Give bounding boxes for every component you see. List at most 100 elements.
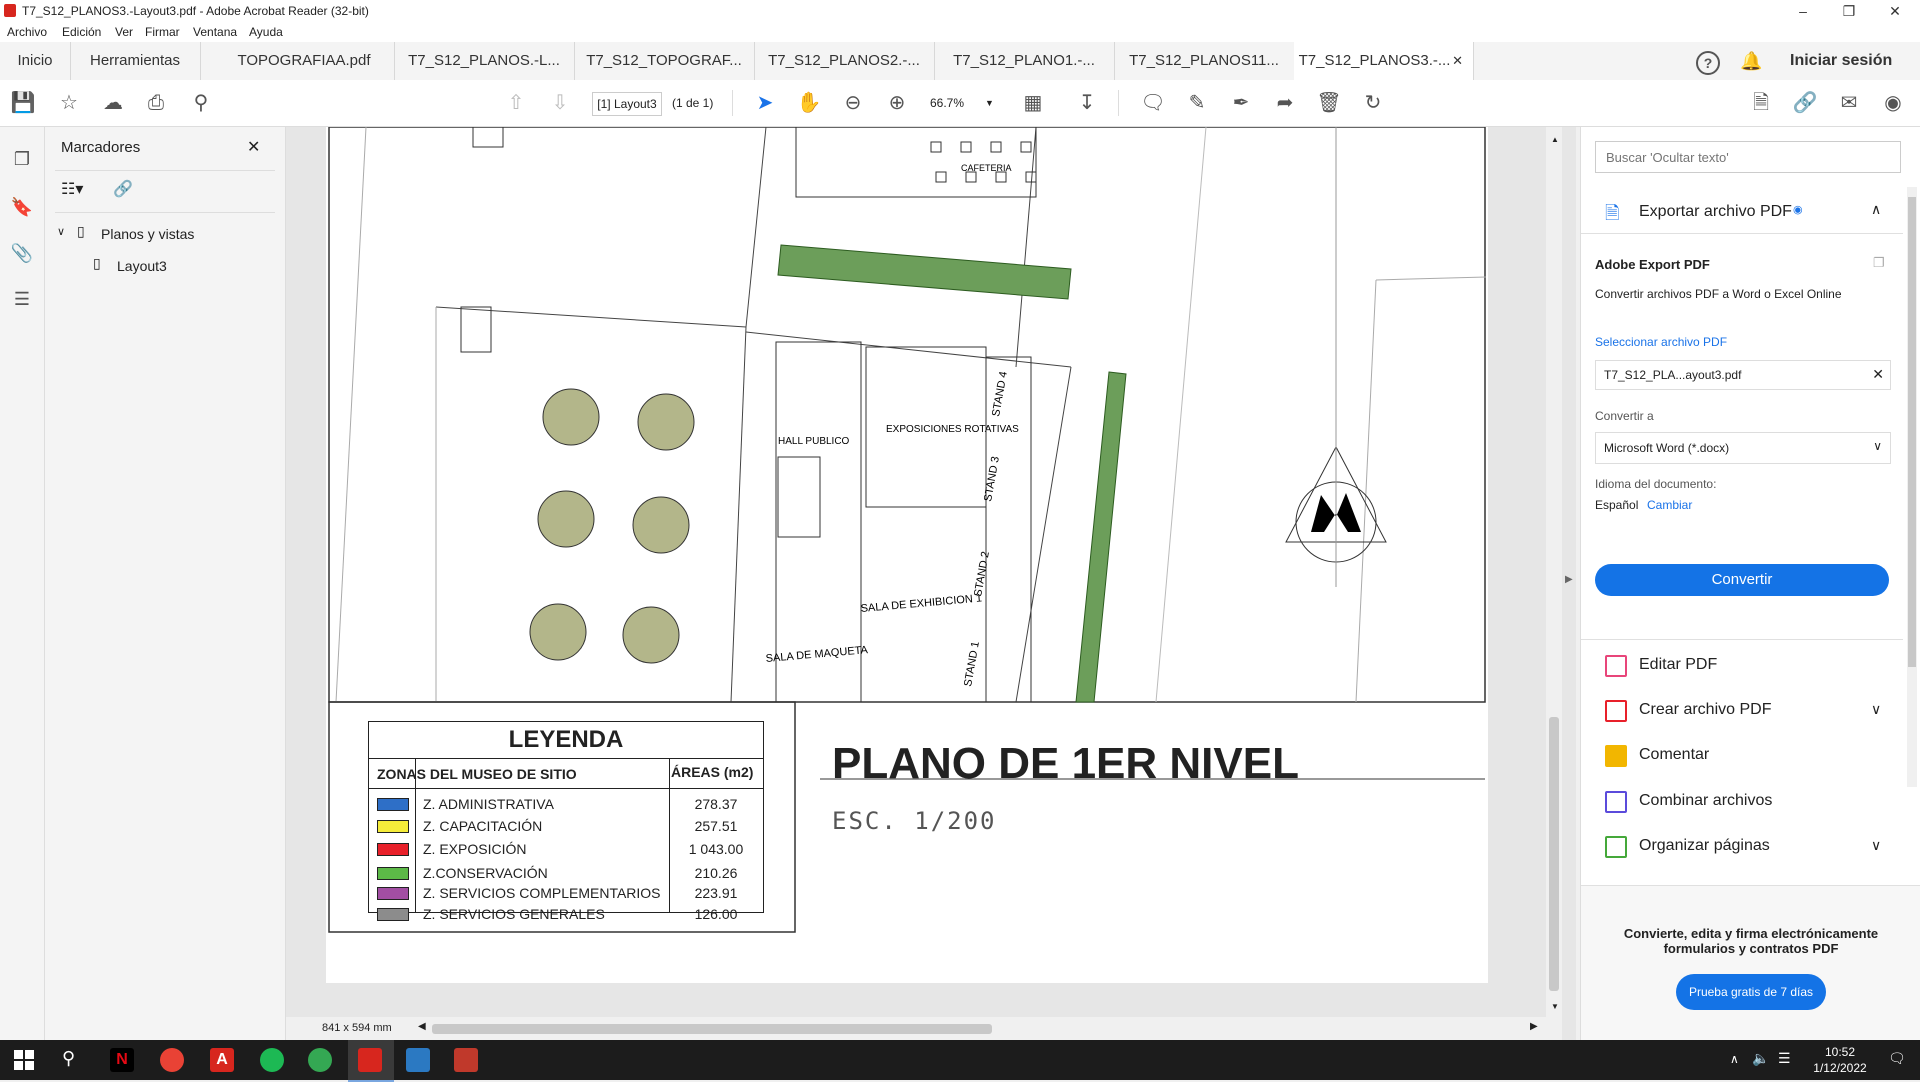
select-file-link[interactable]: Seleccionar archivo PDF bbox=[1595, 335, 1727, 349]
layers-icon[interactable]: ☰ bbox=[10, 289, 34, 313]
network-icon[interactable]: ☰ bbox=[1778, 1050, 1791, 1067]
pages-icon[interactable]: ❐ bbox=[10, 149, 34, 173]
zoom-in-icon[interactable]: ⊕ bbox=[884, 90, 910, 116]
help-icon[interactable]: ? bbox=[1696, 51, 1720, 75]
winrar-icon[interactable] bbox=[454, 1048, 478, 1072]
clear-file-icon[interactable]: ✕ bbox=[1872, 366, 1884, 383]
expand-chevron-icon[interactable]: ∨ bbox=[1871, 837, 1881, 854]
tab-inicio[interactable]: Inicio bbox=[0, 42, 71, 80]
acrobat-taskbar-icon[interactable]: A bbox=[210, 1048, 234, 1072]
bookmarks-panel: Marcadores ✕ ☷▾ 🔗 ∨ ▯ Planos y vistas ▯ … bbox=[45, 127, 286, 1040]
scroll-mode-icon[interactable]: ↧ bbox=[1074, 90, 1100, 116]
legend-zone: Z. CAPACITACIÓN bbox=[423, 818, 543, 834]
create-pdf-icon[interactable]: 🗎 bbox=[1748, 90, 1774, 116]
collapse-export-icon[interactable]: ∧ bbox=[1871, 201, 1881, 218]
bookmark-item-layout3[interactable]: Layout3 bbox=[117, 258, 167, 274]
save-icon[interactable]: 💾 bbox=[10, 90, 36, 116]
panel-scroll-thumb[interactable] bbox=[1908, 197, 1916, 667]
menu-firmar[interactable]: Firmar bbox=[145, 25, 180, 39]
tab-herramientas[interactable]: Herramientas bbox=[70, 42, 201, 80]
spotify-icon[interactable] bbox=[260, 1048, 284, 1072]
netflix-icon[interactable]: N bbox=[110, 1048, 134, 1072]
photos-icon[interactable] bbox=[406, 1048, 430, 1072]
scroll-right-icon[interactable]: ▶ bbox=[1530, 1021, 1538, 1032]
fit-page-icon[interactable]: ▦ bbox=[1020, 90, 1046, 116]
selected-file-field: T7_S12_PLA...ayout3.pdf ✕ bbox=[1595, 360, 1891, 390]
prev-page-icon[interactable]: ⇧ bbox=[503, 90, 529, 116]
pen-icon[interactable]: ✎ bbox=[1184, 90, 1210, 116]
horizontal-scroll-thumb[interactable] bbox=[432, 1024, 992, 1034]
close-panel-icon[interactable]: ✕ bbox=[247, 137, 260, 157]
collapse-right-icon[interactable]: ▶ bbox=[1565, 574, 1573, 585]
vertical-scroll-thumb[interactable] bbox=[1549, 717, 1559, 991]
search-icon[interactable]: ⚲ bbox=[188, 90, 214, 116]
print-icon[interactable]: ⎙ bbox=[143, 90, 169, 116]
scroll-left-icon[interactable]: ◀ bbox=[418, 1021, 426, 1032]
attachment-icon[interactable]: 📎 bbox=[10, 243, 34, 267]
scroll-down-icon[interactable]: ▼ bbox=[1551, 1002, 1559, 1011]
tray-chevron-icon[interactable]: ∧ bbox=[1730, 1052, 1739, 1066]
bookmark-item-planos[interactable]: Planos y vistas bbox=[101, 226, 194, 242]
tab-doc-6[interactable]: T7_S12_PLANOS11... bbox=[1114, 42, 1295, 80]
change-lang-link[interactable]: Cambiar bbox=[1647, 498, 1692, 512]
zoom-out-icon[interactable]: ⊖ bbox=[840, 90, 866, 116]
close-button[interactable]: ✕ bbox=[1872, 0, 1918, 22]
export-title[interactable]: Exportar archivo PDF bbox=[1639, 203, 1792, 221]
hand-icon[interactable]: ✋ bbox=[796, 90, 822, 116]
windows-start-icon[interactable] bbox=[14, 1050, 34, 1070]
link-icon[interactable]: 🔗 bbox=[1792, 90, 1818, 116]
notifications-icon[interactable]: 🗨 bbox=[1888, 1050, 1906, 1067]
search-tools-input[interactable] bbox=[1595, 141, 1901, 173]
tab-close-icon[interactable]: ✕ bbox=[1452, 42, 1463, 80]
expand-chevron-icon[interactable]: ∨ bbox=[57, 225, 65, 238]
maximize-button[interactable]: ❐ bbox=[1826, 0, 1872, 22]
tab-doc-active[interactable]: T7_S12_PLANOS3.-... ✕ bbox=[1294, 42, 1474, 80]
vertical-scrollbar[interactable]: ▲ ▼ bbox=[1546, 127, 1562, 1017]
user-icon[interactable]: ◉ bbox=[1880, 90, 1906, 116]
menu-archivo[interactable]: Archivo bbox=[7, 25, 47, 39]
trial-button[interactable]: Prueba gratis de 7 días bbox=[1676, 974, 1826, 1010]
legend-zone: Z. SERVICIOS COMPLEMENTARIOS bbox=[423, 885, 661, 901]
select-arrow-icon[interactable]: ➤ bbox=[752, 90, 778, 116]
page-number-input[interactable]: [1] Layout3 bbox=[592, 92, 662, 116]
tab-doc-1[interactable]: TOPOGRAFIAA.pdf bbox=[214, 42, 395, 80]
tab-doc-2[interactable]: T7_S12_PLANOS.-L... bbox=[394, 42, 575, 80]
sign-icon[interactable]: ✒ bbox=[1228, 90, 1254, 116]
tab-doc-4[interactable]: T7_S12_PLANOS2.-... bbox=[754, 42, 935, 80]
zoom-select[interactable]: 66.7% ▼ bbox=[930, 92, 994, 114]
share-icon[interactable]: ➦ bbox=[1272, 90, 1298, 116]
tab-doc-5[interactable]: T7_S12_PLANO1.-... bbox=[934, 42, 1115, 80]
cloud-upload-icon[interactable]: ☁ bbox=[100, 90, 126, 116]
convert-button[interactable]: Convertir bbox=[1595, 564, 1889, 596]
tab-doc-3[interactable]: T7_S12_TOPOGRAF... bbox=[574, 42, 755, 80]
menu-edicion[interactable]: Edición bbox=[62, 25, 101, 39]
volume-icon[interactable]: 🔈 bbox=[1752, 1050, 1769, 1067]
chrome-icon[interactable] bbox=[160, 1048, 184, 1072]
signin-link[interactable]: Iniciar sesión bbox=[1790, 52, 1892, 70]
trash-icon[interactable]: 🗑 bbox=[1316, 90, 1342, 116]
minimize-button[interactable]: – bbox=[1780, 0, 1826, 22]
format-select[interactable]: Microsoft Word (*.docx) ∨ bbox=[1595, 432, 1891, 464]
add-bookmark-icon[interactable]: 🔗 bbox=[113, 179, 133, 199]
copy-icon[interactable]: ❐ bbox=[1873, 255, 1885, 271]
scroll-up-icon[interactable]: ▲ bbox=[1551, 135, 1559, 144]
menu-ver[interactable]: Ver bbox=[115, 25, 133, 39]
menu-ayuda[interactable]: Ayuda bbox=[249, 25, 283, 39]
tool-label: Comentar bbox=[1639, 746, 1710, 763]
star-icon[interactable]: ☆ bbox=[56, 90, 82, 116]
next-page-icon[interactable]: ⇩ bbox=[547, 90, 573, 116]
expand-chevron-icon[interactable]: ∨ bbox=[1871, 701, 1881, 718]
clock[interactable]: 10:52 1/12/2022 bbox=[1800, 1044, 1880, 1076]
menu-ventana[interactable]: Ventana bbox=[193, 25, 237, 39]
comment-icon[interactable]: 🗨 bbox=[1140, 90, 1166, 116]
email-icon[interactable]: ✉ bbox=[1836, 90, 1862, 116]
plan-title: PLANO DE 1ER NIVEL bbox=[832, 739, 1299, 788]
bookmark-icon[interactable]: 🔖 bbox=[10, 197, 34, 221]
acrobat-reader-icon[interactable] bbox=[358, 1048, 382, 1072]
search-taskbar-icon[interactable]: ⚲ bbox=[62, 1048, 75, 1069]
panel-scrollbar[interactable] bbox=[1907, 187, 1917, 787]
chrome-profile-icon[interactable] bbox=[308, 1048, 332, 1072]
bell-icon[interactable]: 🔔 bbox=[1740, 51, 1762, 72]
rotate-icon[interactable]: ↻ bbox=[1360, 90, 1386, 116]
options-icon[interactable]: ☷▾ bbox=[61, 179, 83, 199]
